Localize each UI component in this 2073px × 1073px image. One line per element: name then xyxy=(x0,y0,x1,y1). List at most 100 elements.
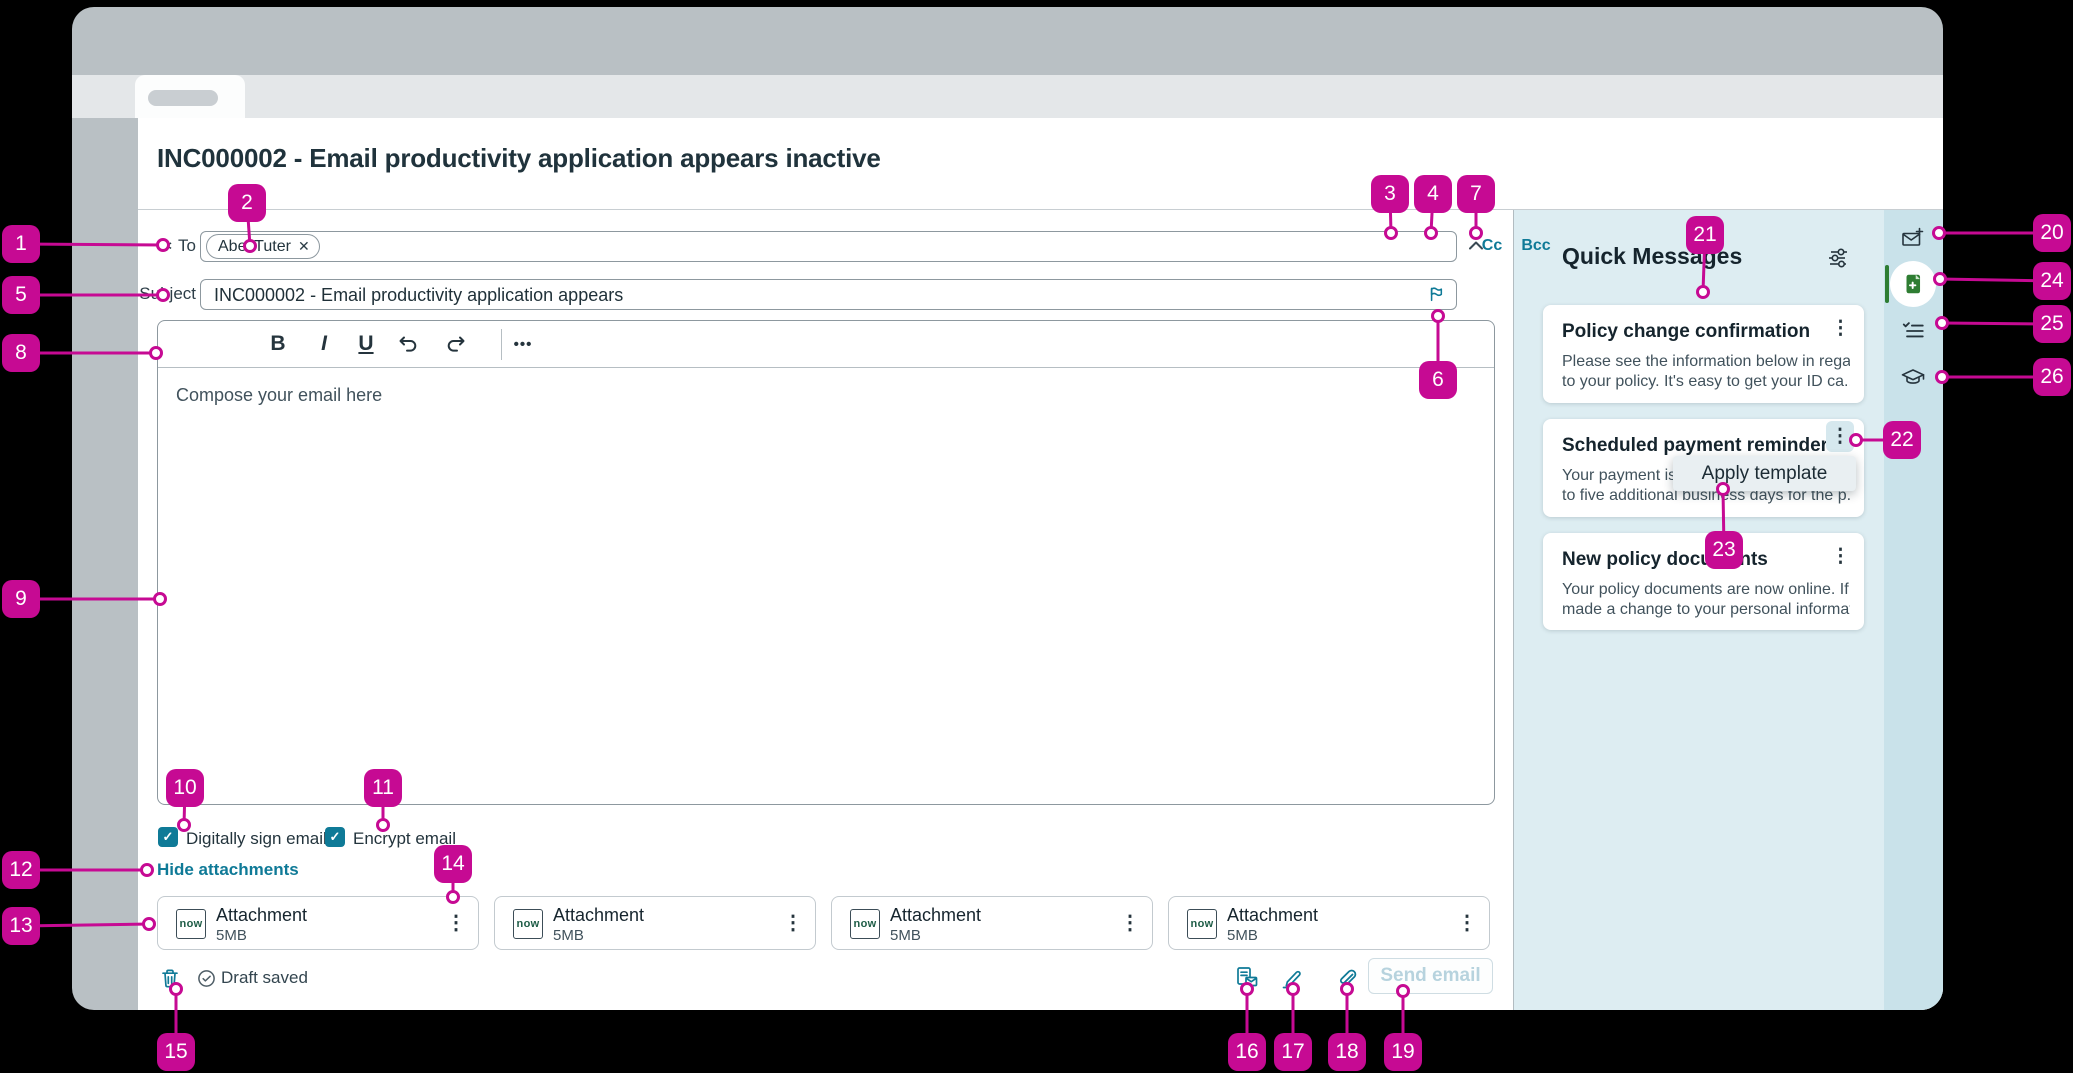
attachment-card[interactable]: now Attachment5MB ⋮ xyxy=(831,896,1153,950)
browser-tab[interactable] xyxy=(135,75,245,118)
quick-message-card[interactable]: Policy change confirmation Please see the… xyxy=(1543,305,1864,403)
subject-label: Subject xyxy=(102,284,196,304)
chip-remove-icon[interactable]: ✕ xyxy=(298,238,310,255)
rail-learning-button[interactable] xyxy=(1900,365,1926,391)
kebab-menu-icon[interactable]: ⋮ xyxy=(1831,545,1850,568)
email-body-editor[interactable]: B I U ••• Compose your email here xyxy=(157,320,1495,805)
quick-message-title: Policy change confirmation xyxy=(1562,321,1810,343)
delete-draft-button[interactable] xyxy=(158,966,182,990)
undo-icon xyxy=(397,332,421,356)
attachment-card[interactable]: nowAttachment5MB⋮ xyxy=(1168,896,1490,950)
trash-icon xyxy=(159,967,181,989)
encrypt-label: Encrypt email xyxy=(353,829,456,849)
app-window: INC000002 - Email productivity applicati… xyxy=(72,7,1943,1010)
callout-badge-12: 12 xyxy=(2,851,40,889)
rail-new-template-button[interactable] xyxy=(1900,271,1926,297)
callout-badge-15: 15 xyxy=(157,1033,195,1071)
attachment-name: Attachment xyxy=(1227,905,1318,926)
callout-badge-5: 5 xyxy=(2,276,40,314)
rail-outline-list-button[interactable] xyxy=(1900,318,1926,344)
attachment-size: 5MB xyxy=(890,927,921,944)
kebab-highlight[interactable]: ⋮ xyxy=(1826,421,1854,452)
draft-saved-indicator xyxy=(196,968,216,988)
italic-button[interactable]: I xyxy=(307,321,341,367)
filter-settings-icon xyxy=(1826,246,1850,270)
formatting-toolbar: B I U ••• xyxy=(158,321,1494,368)
new-email-icon xyxy=(1900,226,1926,252)
quick-message-body-line: to your policy. It's easy to get your ID… xyxy=(1562,373,1850,391)
underline-button[interactable]: U xyxy=(349,321,383,367)
quick-message-body-line: Please see the information below in rega… xyxy=(1562,353,1850,371)
hide-attachments-link[interactable]: Hide attachments xyxy=(157,860,299,880)
apply-template-menu-item[interactable]: Apply template xyxy=(1673,456,1856,491)
kebab-menu-icon[interactable]: ⋮ xyxy=(1457,910,1477,936)
recipient-chip[interactable]: Abel Tuter ✕ xyxy=(206,234,320,259)
quick-message-card[interactable]: New policy documents Your policy document… xyxy=(1543,533,1864,630)
bold-button[interactable]: B xyxy=(261,321,295,367)
quick-message-title: New policy documents xyxy=(1562,549,1768,571)
kebab-menu-icon[interactable]: ⋮ xyxy=(1120,910,1140,936)
outline-list-icon xyxy=(1900,318,1926,344)
subject-input[interactable]: INC000002 - Email productivity applicati… xyxy=(200,279,1457,310)
now-logo: now xyxy=(850,909,880,939)
attachment-name: Attachment xyxy=(216,905,307,926)
callout-badge-20: 20 xyxy=(2033,214,2071,252)
send-email-button[interactable]: Send email xyxy=(1368,958,1493,994)
to-field-label: ∗ To xyxy=(112,236,196,256)
attachment-card[interactable]: nowAttachment5MB⋮ xyxy=(157,896,479,950)
flag-importance-button[interactable] xyxy=(1427,284,1447,304)
quick-messages-filter-button[interactable] xyxy=(1825,245,1851,271)
undo-button[interactable] xyxy=(392,321,426,367)
flag-icon xyxy=(1428,285,1446,303)
callout-badge-24: 24 xyxy=(2033,262,2071,300)
attach-file-icon xyxy=(1335,966,1359,990)
kebab-menu-icon[interactable]: ⋮ xyxy=(446,910,466,936)
callout-badge-8: 8 xyxy=(2,334,40,372)
collapse-recipients-button[interactable] xyxy=(1466,236,1486,256)
callout-badge-26: 26 xyxy=(2033,358,2071,396)
to-label: To xyxy=(178,236,196,255)
more-formatting-button[interactable]: ••• xyxy=(506,321,540,367)
screenshot-stage: INC000002 - Email productivity applicati… xyxy=(0,0,2073,1073)
panel-divider xyxy=(1513,210,1514,1010)
now-logo: now xyxy=(513,909,543,939)
callout-badge-13: 13 xyxy=(2,907,40,945)
attach-file-button[interactable] xyxy=(1334,965,1360,991)
new-template-icon xyxy=(1900,271,1926,297)
kebab-menu-icon[interactable]: ⋮ xyxy=(783,910,803,936)
learning-icon xyxy=(1900,365,1926,391)
attachment-name: Attachment xyxy=(890,905,981,926)
callout-badge-9: 9 xyxy=(2,580,40,618)
chevron-up-icon xyxy=(1466,236,1486,256)
header-divider xyxy=(138,209,1943,210)
callout-badge-1: 1 xyxy=(2,225,40,263)
editor-placeholder: Compose your email here xyxy=(176,385,382,406)
redo-button[interactable] xyxy=(438,321,472,367)
attachment-card[interactable]: nowAttachment5MB⋮ xyxy=(494,896,816,950)
page-title: INC000002 - Email productivity applicati… xyxy=(157,143,881,174)
encrypt-checkbox[interactable]: ✓ xyxy=(325,827,345,847)
insert-template-icon xyxy=(1234,965,1260,991)
quick-message-title: Scheduled payment reminder xyxy=(1562,435,1828,457)
attachments-row: nowAttachment5MB⋮nowAttachment5MB⋮nowAtt… xyxy=(72,896,1943,950)
signature-icon xyxy=(1280,965,1306,991)
required-marker-icon: ∗ xyxy=(159,236,173,255)
insert-template-button[interactable] xyxy=(1234,965,1260,991)
tab-title-placeholder xyxy=(148,90,218,106)
digitally-sign-label: Digitally sign email xyxy=(186,829,327,849)
browser-tabstrip xyxy=(72,75,1943,118)
attachment-name: Attachment xyxy=(553,905,644,926)
rail-new-email-button[interactable] xyxy=(1900,226,1926,252)
to-input[interactable]: Abel Tuter ✕ Cc Bcc xyxy=(200,231,1457,262)
callout-badge-19: 19 xyxy=(1384,1033,1422,1071)
now-logo: now xyxy=(1187,909,1217,939)
bcc-button[interactable]: Bcc xyxy=(1514,237,1558,255)
kebab-menu-icon[interactable]: ⋮ xyxy=(1831,317,1850,340)
recipient-name: Abel Tuter xyxy=(218,238,291,256)
check-circle-icon xyxy=(197,969,216,988)
signature-button[interactable] xyxy=(1280,965,1306,991)
kebab-menu-icon[interactable]: ⋮ xyxy=(1831,425,1850,448)
digitally-sign-checkbox[interactable]: ✓ xyxy=(158,827,178,847)
quick-message-body-line: Your policy documents are now online. If… xyxy=(1562,581,1850,599)
callout-badge-18: 18 xyxy=(1328,1033,1366,1071)
